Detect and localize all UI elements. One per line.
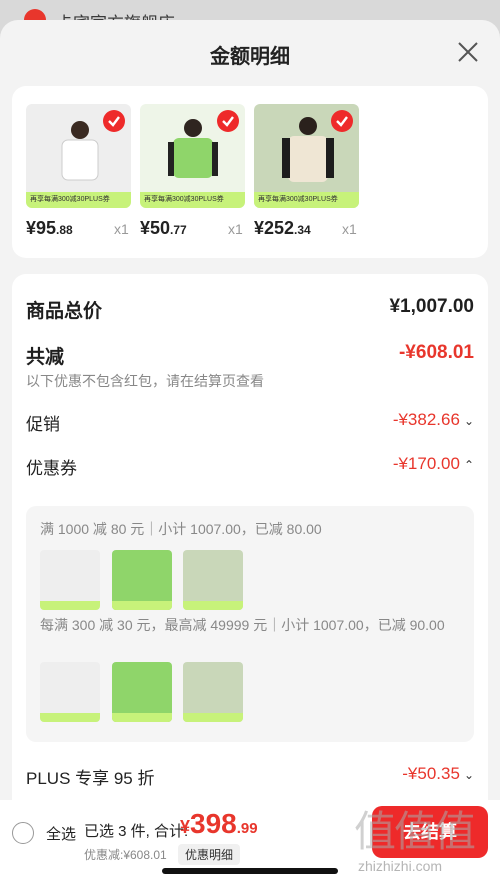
product-qty: x1	[228, 221, 243, 237]
amount-detail-sheet: 金额明细 再享每满300减30PLUS券 ¥95.88 x1 再享每满300减3…	[0, 20, 500, 886]
coupon-product-thumb	[112, 662, 172, 722]
reduce-note: 以下优惠不包含红包，请在结算页查看	[26, 373, 264, 389]
promo-band: 再享每满300减30PLUS券	[140, 192, 245, 208]
watermark: 值值值 zhizhizhi.com	[350, 778, 500, 886]
product-image: 再享每满300减30PLUS券	[140, 104, 245, 208]
coupon-line: 满 1000 减 80 元｜小计 1007.00，已减 80.00	[40, 521, 322, 537]
product-qty: x1	[342, 221, 357, 237]
close-icon[interactable]	[456, 40, 480, 64]
promotion-row[interactable]: 促销 -¥382.66 ⌄	[26, 410, 474, 434]
model-figure	[168, 119, 218, 178]
promo-band: 再享每满300减30PLUS券	[26, 192, 131, 208]
sheet-header: 金额明细	[0, 20, 500, 84]
product-thumbnails: 再享每满300减30PLUS券 ¥95.88 x1 再享每满300减30PLUS…	[12, 86, 488, 258]
home-indicator[interactable]	[162, 868, 338, 874]
discount-summary: 优惠减:¥608.01	[84, 848, 167, 862]
coupon-product-thumb	[112, 550, 172, 610]
selected-count: 已选 3 件, 合计:	[84, 823, 189, 840]
coupon-product-thumb	[183, 662, 243, 722]
coupon-details: 满 1000 减 80 元｜小计 1007.00，已减 80.00 每满 300…	[26, 506, 474, 742]
product-item[interactable]: 再享每满300减30PLUS券 ¥252.34 x1	[254, 104, 359, 238]
price-breakdown: 商品总价 ¥1,007.00 共减 -¥608.01 以下优惠不包含红包，请在结…	[12, 274, 488, 834]
reduce-value: -¥608.01	[398, 342, 474, 363]
coupon-product-thumb	[40, 662, 100, 722]
select-all-radio[interactable]	[12, 822, 34, 844]
plus-label: PLUS 专享 95 折	[26, 769, 155, 788]
select-all-label[interactable]: 全选	[46, 823, 76, 844]
watermark-url: zhizhizhi.com	[358, 858, 443, 874]
watermark-logo: 值值值	[354, 808, 476, 855]
product-price: ¥50.77	[140, 218, 187, 238]
product-item[interactable]: 再享每满300减30PLUS券 ¥50.77 x1	[140, 104, 245, 238]
coupon-label: 优惠券	[26, 459, 77, 478]
promotion-label: 促销	[26, 415, 60, 434]
discount-detail-link[interactable]: 优惠明细	[178, 844, 241, 865]
checked-icon	[217, 110, 239, 132]
product-price: ¥252.34	[254, 218, 311, 238]
chevron-down-icon: ⌄	[463, 413, 474, 428]
total-row: 商品总价 ¥1,007.00	[26, 296, 474, 322]
model-figure	[61, 121, 99, 181]
total-value: ¥1,007.00	[389, 296, 474, 317]
coupon-product-thumb	[183, 550, 243, 610]
coupon-line: 每满 300 减 30 元，最高减 49999 元｜小计 1007.00，已减 …	[40, 617, 445, 633]
coupon-product-thumb	[40, 550, 100, 610]
promotion-value: -¥382.66	[392, 410, 460, 429]
total-price: ¥398.99	[180, 808, 258, 839]
coupon-row[interactable]: 优惠券 -¥170.00 ⌃	[26, 454, 474, 478]
chevron-up-icon: ⌃	[463, 457, 474, 472]
checked-icon	[103, 110, 125, 132]
checked-icon	[331, 110, 353, 132]
promo-band: 再享每满300减30PLUS券	[254, 192, 359, 208]
total-label: 商品总价	[26, 301, 103, 322]
product-image: 再享每满300减30PLUS券	[254, 104, 359, 208]
reduce-label: 共减	[26, 347, 65, 368]
product-image: 再享每满300减30PLUS券	[26, 104, 131, 208]
product-qty: x1	[114, 221, 129, 237]
reduce-row: 共减 -¥608.01	[26, 342, 474, 368]
coupon-value: -¥170.00	[392, 454, 460, 473]
sheet-title: 金额明细	[210, 46, 290, 68]
product-item[interactable]: 再享每满300减30PLUS券 ¥95.88 x1	[26, 104, 131, 238]
product-price: ¥95.88	[26, 218, 73, 238]
model-figure	[282, 117, 334, 182]
